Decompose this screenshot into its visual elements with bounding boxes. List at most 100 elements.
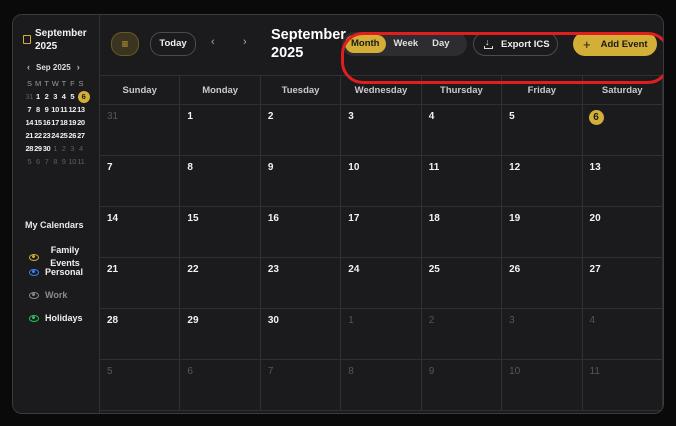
- eye-icon[interactable]: [29, 268, 39, 276]
- mini-day[interactable]: 2: [59, 144, 68, 153]
- day-cell[interactable]: 24: [341, 258, 422, 308]
- day-cell[interactable]: 12: [502, 156, 583, 206]
- mini-day[interactable]: 18: [59, 118, 68, 127]
- mini-day[interactable]: 7: [42, 157, 51, 166]
- day-cell[interactable]: 2: [422, 309, 503, 359]
- view-tab-day[interactable]: Day: [426, 35, 455, 53]
- day-cell[interactable]: 21: [100, 258, 181, 308]
- day-cell[interactable]: 11: [422, 156, 503, 206]
- mini-day[interactable]: 27: [77, 131, 86, 140]
- mini-day[interactable]: 6: [34, 157, 43, 166]
- day-cell[interactable]: 29: [180, 309, 261, 359]
- day-cell[interactable]: 5: [100, 360, 181, 410]
- mini-day[interactable]: 8: [51, 157, 60, 166]
- mini-day[interactable]: 9: [42, 105, 51, 114]
- view-tab-month[interactable]: Month: [345, 35, 386, 53]
- mini-day[interactable]: 6: [77, 90, 90, 103]
- mini-day[interactable]: 16: [42, 118, 51, 127]
- mini-day[interactable]: 1: [51, 144, 60, 153]
- mini-day[interactable]: 11: [59, 105, 68, 114]
- mini-day[interactable]: 10: [51, 105, 60, 114]
- mini-day[interactable]: 17: [51, 118, 60, 127]
- mini-day[interactable]: 7: [25, 105, 34, 114]
- calendar-item[interactable]: Work: [29, 290, 67, 300]
- mini-day[interactable]: 13: [77, 105, 86, 114]
- mini-day[interactable]: 9: [59, 157, 68, 166]
- add-event-button[interactable]: + Add Event: [573, 32, 657, 56]
- day-cell[interactable]: 28: [100, 309, 181, 359]
- day-cell[interactable]: 1: [180, 105, 261, 155]
- mini-day[interactable]: 3: [51, 92, 60, 101]
- mini-day[interactable]: 4: [59, 92, 68, 101]
- day-cell[interactable]: 7: [261, 360, 342, 410]
- day-cell[interactable]: 5: [502, 105, 583, 155]
- mini-prev-icon[interactable]: ‹: [27, 62, 30, 72]
- day-cell[interactable]: 22: [180, 258, 261, 308]
- prev-month-icon[interactable]: ‹: [211, 36, 215, 48]
- mini-day[interactable]: 24: [51, 131, 60, 140]
- mini-day[interactable]: 3: [68, 144, 77, 153]
- mini-day[interactable]: 26: [68, 131, 77, 140]
- day-cell[interactable]: 6: [180, 360, 261, 410]
- day-cell[interactable]: 26: [502, 258, 583, 308]
- day-cell[interactable]: 23: [261, 258, 342, 308]
- day-cell[interactable]: 9: [261, 156, 342, 206]
- day-cell[interactable]: 9: [422, 360, 503, 410]
- calendar-item[interactable]: Personal: [29, 267, 83, 277]
- mini-day[interactable]: 4: [77, 144, 86, 153]
- mini-day[interactable]: 22: [34, 131, 43, 140]
- mini-day[interactable]: 1: [34, 92, 43, 101]
- eye-icon[interactable]: [29, 314, 39, 322]
- mini-day[interactable]: 31: [25, 92, 34, 101]
- day-cell[interactable]: 2: [261, 105, 342, 155]
- mini-day[interactable]: 29: [34, 144, 43, 153]
- day-cell[interactable]: 25: [422, 258, 503, 308]
- day-cell[interactable]: 11: [583, 360, 663, 410]
- day-cell[interactable]: 31: [100, 105, 181, 155]
- mini-day[interactable]: 5: [25, 157, 34, 166]
- day-cell[interactable]: 8: [180, 156, 261, 206]
- day-cell[interactable]: 27: [583, 258, 663, 308]
- mini-day[interactable]: 20: [77, 118, 86, 127]
- eye-off-icon[interactable]: [29, 291, 39, 299]
- day-cell[interactable]: 7: [100, 156, 181, 206]
- day-cell[interactable]: 17: [341, 207, 422, 257]
- day-cell[interactable]: 13: [583, 156, 663, 206]
- mini-day[interactable]: 11: [77, 157, 86, 166]
- day-cell[interactable]: 1: [341, 309, 422, 359]
- mini-day[interactable]: 8: [34, 105, 43, 114]
- day-cell[interactable]: 30: [261, 309, 342, 359]
- day-cell[interactable]: 20: [583, 207, 663, 257]
- day-cell[interactable]: 3: [341, 105, 422, 155]
- day-cell[interactable]: 10: [341, 156, 422, 206]
- day-cell[interactable]: 6: [583, 105, 663, 155]
- export-ics-button[interactable]: Export ICS: [473, 32, 558, 56]
- today-button[interactable]: Today: [150, 32, 196, 56]
- next-month-icon[interactable]: ›: [243, 36, 247, 48]
- mini-day[interactable]: 12: [68, 105, 77, 114]
- mini-day[interactable]: 2: [42, 92, 51, 101]
- day-cell[interactable]: 18: [422, 207, 503, 257]
- day-cell[interactable]: 16: [261, 207, 342, 257]
- mini-day[interactable]: 10: [68, 157, 77, 166]
- day-cell[interactable]: 3: [502, 309, 583, 359]
- mini-day[interactable]: 30: [42, 144, 51, 153]
- mini-day[interactable]: 28: [25, 144, 34, 153]
- day-cell[interactable]: 4: [583, 309, 663, 359]
- eye-icon[interactable]: [29, 253, 39, 261]
- day-cell[interactable]: 15: [180, 207, 261, 257]
- day-cell[interactable]: 4: [422, 105, 503, 155]
- mini-next-icon[interactable]: ›: [77, 62, 80, 72]
- mini-day[interactable]: 15: [34, 118, 43, 127]
- mini-day[interactable]: 5: [68, 92, 77, 101]
- mini-day[interactable]: 19: [68, 118, 77, 127]
- day-cell[interactable]: 10: [502, 360, 583, 410]
- menu-button[interactable]: ≡: [111, 32, 139, 56]
- mini-day[interactable]: 14: [25, 118, 34, 127]
- mini-day[interactable]: 21: [25, 131, 34, 140]
- day-cell[interactable]: 19: [502, 207, 583, 257]
- mini-day[interactable]: 23: [42, 131, 51, 140]
- mini-day[interactable]: 25: [59, 131, 68, 140]
- calendar-item[interactable]: Holidays: [29, 313, 83, 323]
- view-tab-week[interactable]: Week: [388, 35, 425, 53]
